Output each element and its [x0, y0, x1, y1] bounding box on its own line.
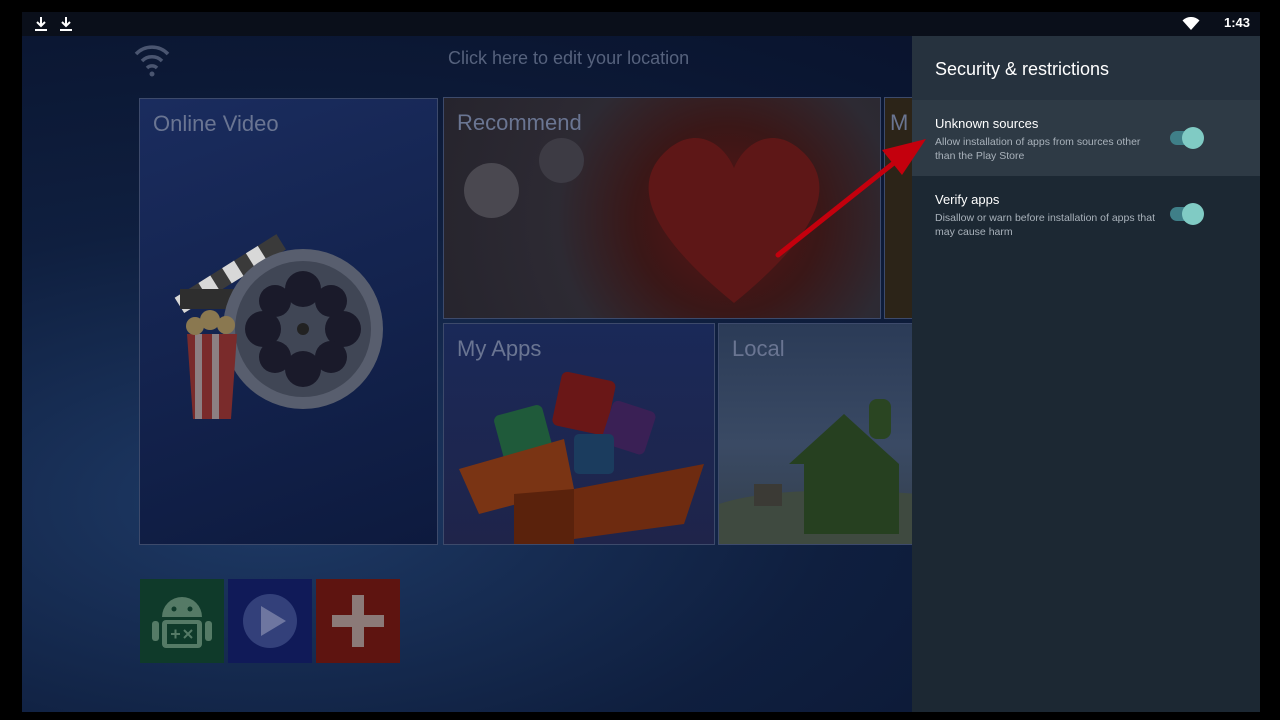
setting-description: Disallow or warn before installation of …	[935, 212, 1156, 238]
wifi-icon	[132, 42, 172, 82]
bokeh-light	[539, 138, 584, 183]
panel-title: Security & restrictions	[935, 59, 1110, 79]
tv-screen: 1:43 Click here to edit your location On…	[22, 12, 1260, 712]
setting-title: Verify apps	[935, 192, 1000, 207]
app-box-icon	[459, 371, 704, 544]
location-text[interactable]: Click here to edit your location	[448, 48, 689, 69]
tile-label: Online Video	[153, 111, 279, 136]
toggle-knob	[1182, 203, 1204, 225]
app-shortcut-plus[interactable]	[316, 579, 400, 663]
plus-icon	[332, 595, 384, 647]
download-icon	[32, 15, 50, 33]
heart-image	[648, 137, 820, 303]
app-shortcut-player[interactable]	[228, 579, 312, 663]
tile-online-video[interactable]: Online Video	[139, 98, 438, 545]
wifi-icon	[1182, 15, 1200, 33]
android-calculator-icon	[152, 597, 212, 648]
panel-header: Security & restrictions	[912, 36, 1260, 100]
setting-description: Allow installation of apps from sources …	[935, 136, 1141, 162]
bokeh-light	[464, 163, 519, 218]
app-shortcut-calculator[interactable]	[140, 579, 224, 663]
tile-recommend[interactable]: Recommend	[443, 97, 881, 319]
tile-local[interactable]: Local	[718, 323, 920, 545]
setting-verify-apps[interactable]: Verify apps Disallow or warn before inst…	[912, 176, 1260, 252]
verify-apps-toggle[interactable]	[1170, 203, 1204, 225]
toggle-knob	[1182, 127, 1204, 149]
tile-label: Recommend	[457, 110, 582, 135]
unknown-sources-toggle[interactable]	[1170, 127, 1204, 149]
launcher-home: Click here to edit your location Online …	[22, 36, 926, 712]
tile-my-apps[interactable]: My Apps	[443, 323, 715, 545]
play-icon	[243, 594, 297, 648]
security-settings-panel: Security & restrictions Unknown sources …	[912, 36, 1260, 712]
film-reel-icon	[174, 234, 383, 419]
house-image	[719, 399, 919, 544]
tile-label: M	[890, 110, 909, 135]
setting-title: Unknown sources	[935, 116, 1039, 131]
status-bar: 1:43	[22, 12, 1260, 36]
download-icon	[57, 15, 75, 33]
clock: 1:43	[1223, 15, 1250, 30]
tile-label: Local	[732, 336, 785, 361]
setting-unknown-sources[interactable]: Unknown sources Allow installation of ap…	[912, 100, 1260, 176]
